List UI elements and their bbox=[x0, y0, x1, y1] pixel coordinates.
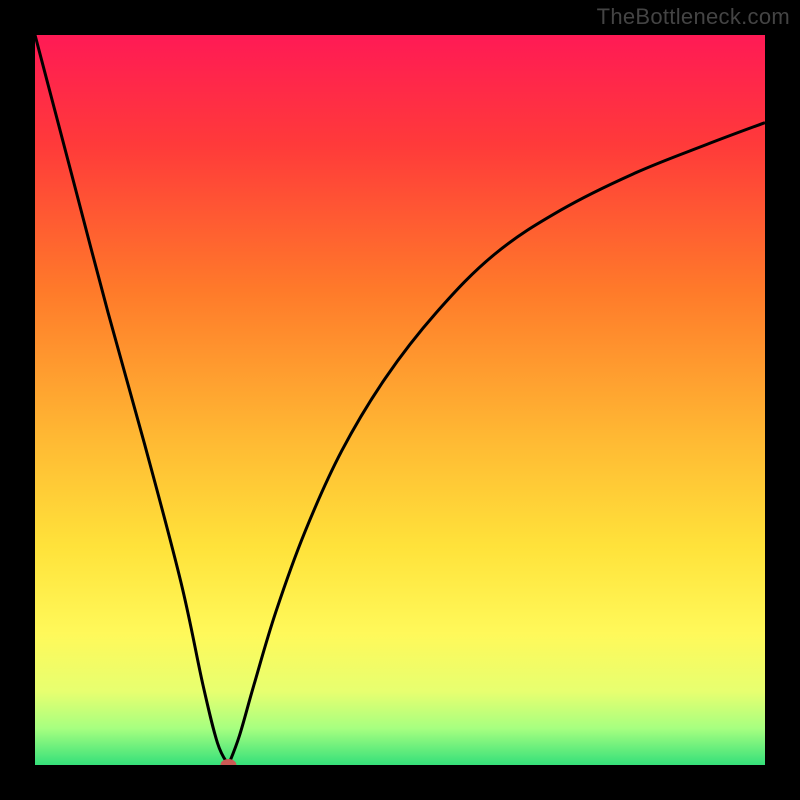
chart-frame: TheBottleneck.com bbox=[0, 0, 800, 800]
chart-svg bbox=[35, 35, 765, 765]
watermark-text: TheBottleneck.com bbox=[597, 4, 790, 30]
plot-area bbox=[35, 35, 765, 765]
gradient-background bbox=[35, 35, 765, 765]
